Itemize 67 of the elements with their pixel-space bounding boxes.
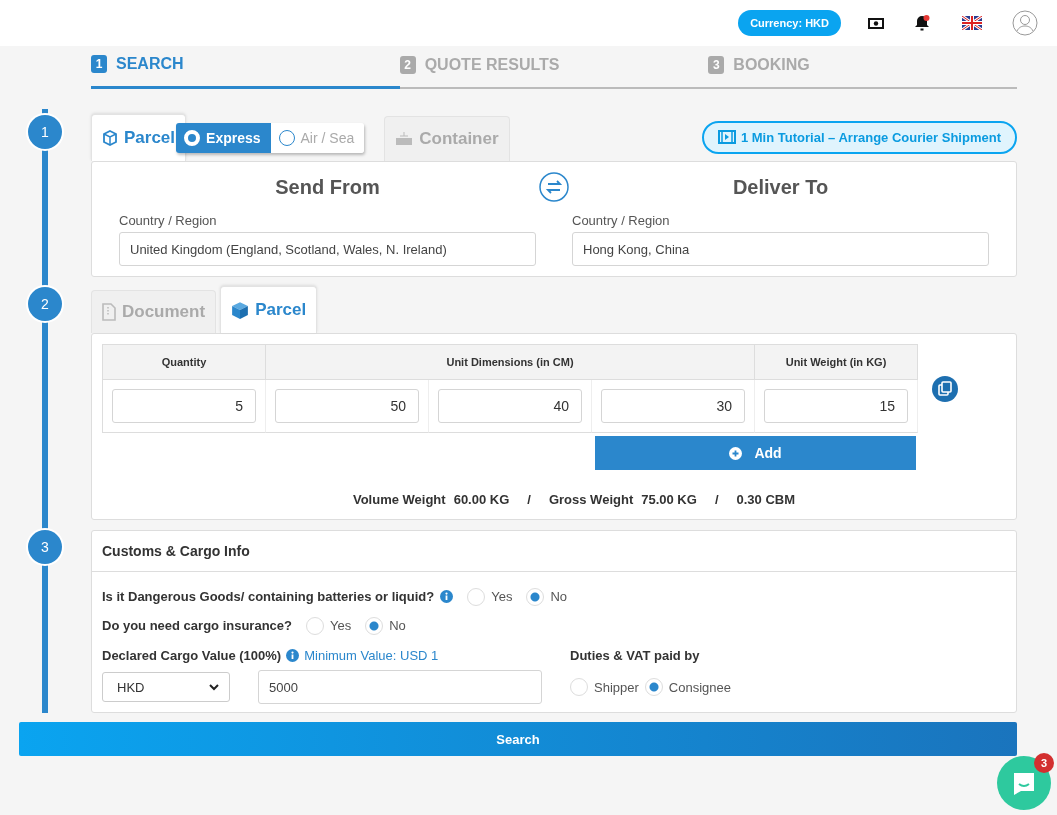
separator-text: / [714,492,719,507]
radio-option[interactable]: No [526,587,568,606]
total-label: Volume Weight [352,492,446,507]
section-number: 1 [28,115,62,149]
shipment-mode-tab[interactable]: Parcel [91,114,187,161]
value-input[interactable]: 5000 [258,670,542,704]
radio-option[interactable]: Yes [467,587,513,606]
field-label: Duties & VAT paid by [570,646,701,665]
number-input[interactable]: 30 [601,389,745,423]
service-option[interactable]: Express [176,123,271,153]
send-from-title: Send From [274,176,381,199]
radio-option[interactable]: Shipper [570,678,639,696]
section-title: Customs & Cargo Info [92,531,1016,572]
cash-icon[interactable] [868,17,884,29]
radio-button[interactable] [467,587,486,606]
radio-option[interactable]: Yes [306,616,352,635]
separator-text: / [527,492,531,507]
radio-button[interactable] [365,616,384,635]
radio-button[interactable] [644,678,663,696]
question-text: Do you need cargo insurance? [102,618,292,633]
deliver-to-title: Deliver To [731,176,830,199]
field-label: Declared Cargo Value (100%) [102,647,282,663]
radio-option[interactable]: No [365,616,406,635]
add-button[interactable]: Add [595,436,916,470]
notification-bell-icon[interactable] [914,14,932,32]
number-input[interactable]: 5 [112,389,256,423]
radio-button[interactable] [306,616,324,635]
question-text: Is it Dangerous Goods/ containing batteries or liquid? [102,589,435,604]
info-icon[interactable] [440,590,454,603]
total-value: 75.00 KG [641,492,697,507]
uk-flag-icon[interactable] [962,16,982,30]
container-icon [395,131,414,147]
radio-option[interactable]: Consignee [644,678,731,696]
number-input[interactable]: 40 [438,389,582,423]
chat-bubble-icon [1011,770,1037,796]
field-label: Country / Region [119,213,218,228]
total-value: 0.30 CBM [736,492,796,507]
chevron-icon [209,683,219,691]
radio-button[interactable] [526,587,545,606]
plus-icon [729,446,743,460]
country-field[interactable]: United Kingdom (England, Scotland, Wales, N. Ireland) [119,232,536,266]
field-label: Country / Region [572,213,671,228]
item-type-tab[interactable]: Parcel [220,286,318,333]
user-avatar-icon[interactable] [1012,10,1038,36]
number-input[interactable]: 50 [275,389,419,423]
currency-select[interactable]: HKD [102,672,230,702]
chat-button[interactable] [997,756,1051,810]
column-header: Unit Dimensions (in CM) [266,345,755,380]
copy-icon[interactable] [932,375,958,402]
document-icon [102,303,116,321]
total-label: Gross Weight [548,492,634,507]
section-number: 3 [28,530,62,564]
radio-button[interactable] [570,678,588,696]
search-button[interactable]: Search [19,722,1017,756]
swap-icon[interactable] [539,172,569,202]
column-header: Quantity [103,345,266,380]
hint-text: Minimum Value: USD 1 [304,647,439,663]
film-icon [717,130,736,144]
column-header: Unit Weight (in KG) [755,345,918,380]
number-input[interactable]: 15 [764,389,908,423]
section-number: 2 [28,287,62,321]
notification-badge: 3 [1034,753,1054,773]
box-icon [231,301,250,319]
info-icon[interactable] [286,648,300,662]
country-field[interactable]: Hong Kong, China [572,232,989,266]
box-icon [102,130,118,146]
total-value: 60.00 KG [453,492,510,507]
